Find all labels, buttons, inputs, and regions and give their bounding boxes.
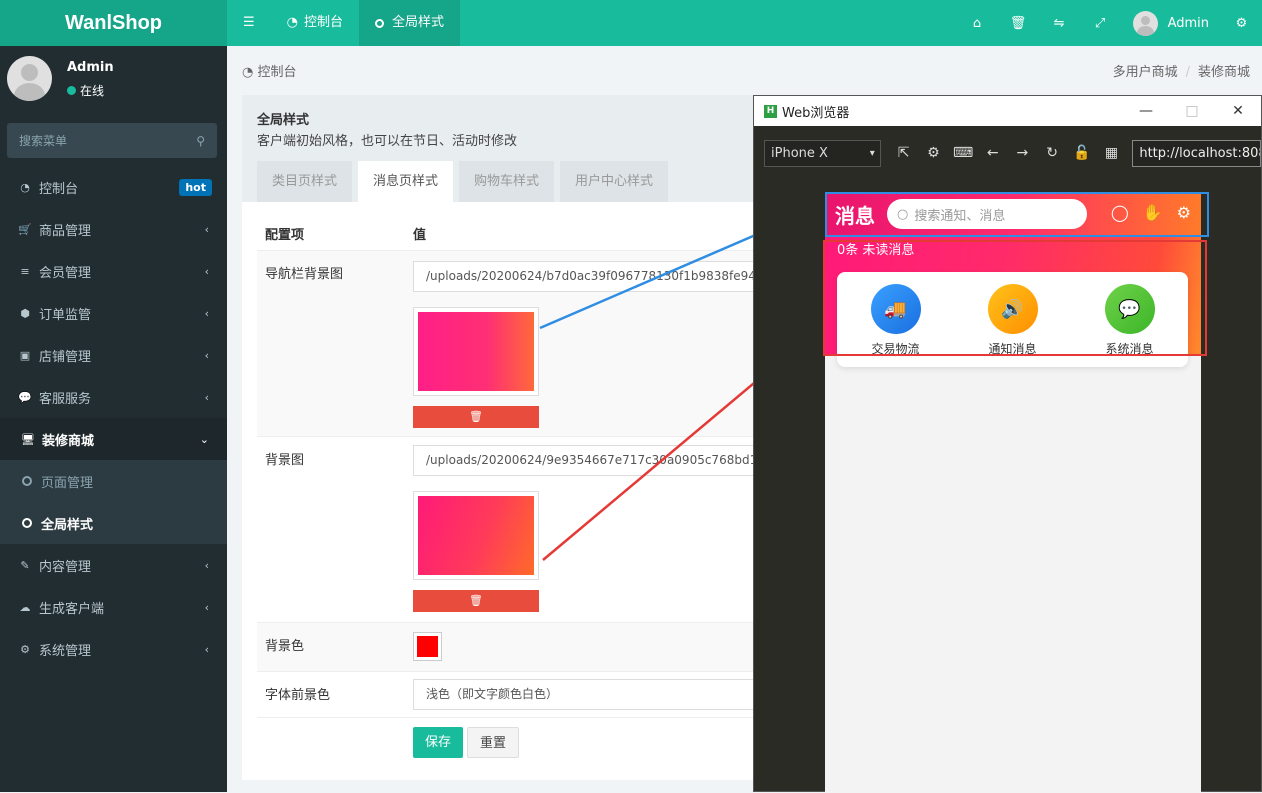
url-input[interactable]: http://localhost:8080 (1132, 139, 1262, 167)
forward-icon[interactable]: → (1008, 145, 1038, 161)
minimize-icon[interactable]: — (1123, 96, 1169, 126)
browser-toolbar: iPhone X ⇱ ⚙ ⌨ ← → ↻ 🔓 ▦ http://localhos… (754, 126, 1262, 180)
highlight-box-background (823, 240, 1207, 356)
terminal-icon[interactable]: ⌨ (948, 145, 978, 161)
browser-titlebar: H Web浏览器 — □ ✕ (754, 96, 1261, 126)
maximize-icon[interactable]: □ (1169, 96, 1215, 126)
hbuilder-icon: H (764, 104, 777, 118)
window-controls: — □ ✕ (1123, 96, 1261, 126)
gear-icon[interactable]: ⚙ (919, 145, 949, 161)
lock-icon[interactable]: 🔓 (1067, 145, 1097, 161)
open-external-icon[interactable]: ⇱ (889, 145, 919, 161)
back-icon[interactable]: ← (978, 145, 1008, 161)
refresh-icon[interactable]: ↻ (1037, 145, 1067, 161)
highlight-box-navbar (825, 192, 1209, 237)
close-icon[interactable]: ✕ (1215, 96, 1261, 126)
window-title: Web浏览器 (782, 105, 850, 121)
device-select[interactable]: iPhone X (764, 139, 881, 167)
qrcode-icon[interactable]: ▦ (1097, 145, 1127, 161)
